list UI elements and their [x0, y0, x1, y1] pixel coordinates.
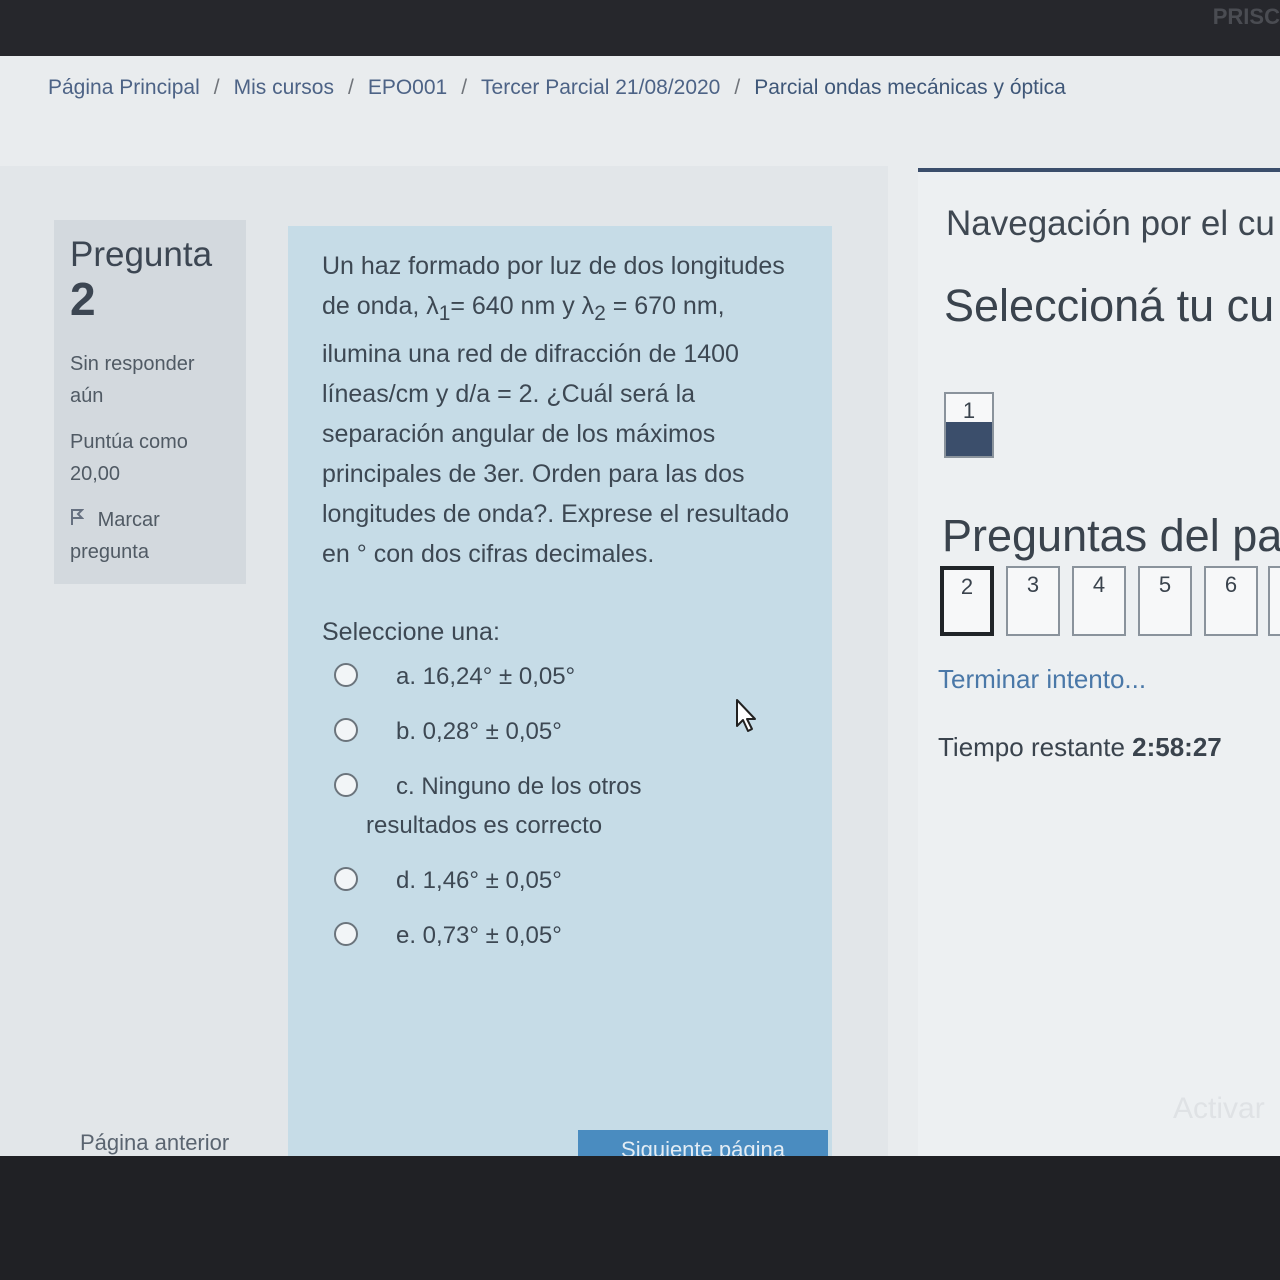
next-page-button[interactable]: Siguiente página — [578, 1130, 828, 1156]
question-formulation: Un haz formado por luz de dos longitudes… — [288, 226, 832, 1156]
question-state: Sin responder aún — [70, 348, 230, 412]
radio-icon[interactable] — [334, 718, 358, 742]
finish-attempt-link[interactable]: Terminar intento... — [938, 664, 1146, 695]
question-label: Pregunta — [70, 235, 213, 274]
answer-option-e[interactable]: e. 0,73° ± 0,05° — [322, 916, 798, 955]
question-state-line: Sin responder — [70, 353, 195, 375]
question-text: Un haz formado por luz de dos longitudes… — [322, 246, 798, 574]
timer-label: Tiempo restante — [938, 732, 1125, 762]
answer-option-a[interactable]: a. 16,24° ± 0,05° — [322, 657, 798, 696]
question-nav-button-3[interactable]: 3 — [1006, 566, 1060, 636]
monitor-bezel-top: PRISC — [0, 0, 1280, 56]
breadcrumb: Página Principal / Mis cursos / EPO001 / Terce… — [48, 76, 1066, 100]
answer-option-d[interactable]: d. 1,46° ± 0,05° — [322, 861, 798, 900]
question-number: 2 — [70, 273, 96, 325]
browser-screen: Página Principal / Mis cursos / EPO001 / Terce… — [0, 56, 1280, 1156]
question-grade-line: Puntúa como — [70, 431, 188, 453]
quiz-navigation-drawer: Navegación por el cu Seleccioná tu cu 1 … — [918, 168, 1280, 1156]
select-button-1[interactable]: 1 — [944, 392, 994, 458]
breadcrumb-course[interactable]: EPO001 — [368, 76, 447, 99]
question-nav-label: 2 — [960, 574, 974, 599]
question-nav-button-partial[interactable] — [1268, 566, 1280, 636]
breadcrumb-home[interactable]: Página Principal — [48, 76, 200, 99]
wavelength-subscript: 1 — [438, 302, 451, 325]
breadcrumb-section[interactable]: Tercer Parcial 21/08/2020 — [481, 76, 720, 99]
question-nav-label: 5 — [1158, 572, 1172, 597]
answer-option-label: b. 0,28° ± 0,05° — [396, 718, 562, 745]
answer-option-label: a. 16,24° ± 0,05° — [396, 663, 576, 690]
answer-option-b[interactable]: b. 0,28° ± 0,05° — [322, 712, 798, 751]
flag-label: Marcar — [97, 509, 160, 531]
answer-option-label: d. 1,46° ± 0,05° — [396, 867, 562, 894]
timer-value: 2:58:27 — [1132, 732, 1222, 762]
question-nav-button-4[interactable]: 4 — [1072, 566, 1126, 636]
page-questions-title: Preguntas del pa — [942, 510, 1280, 561]
wavelength-subscript: 2 — [594, 302, 606, 325]
question-nav-label: 4 — [1092, 572, 1106, 597]
question-nav-button-5[interactable]: 5 — [1138, 566, 1192, 636]
breadcrumb-quiz[interactable]: Parcial ondas mecánicas y óptica — [754, 76, 1066, 99]
flag-label: pregunta — [70, 541, 149, 563]
question-text-part: = 670 nm, ilumina una red de difracción … — [322, 292, 789, 568]
quiz-timer: Tiempo restante 2:58:27 — [938, 732, 1222, 763]
answer-prompt: Seleccione una: — [322, 618, 500, 646]
question-nav-label: 6 — [1224, 572, 1238, 597]
monitor-bezel-bottom — [0, 1156, 1280, 1280]
answer-option-label: c. Ninguno de los otros — [396, 773, 642, 800]
radio-icon[interactable] — [334, 773, 358, 797]
quiz-navigation-title: Navegación por el cu — [946, 204, 1275, 243]
breadcrumb-separator: / — [347, 76, 354, 99]
question-nav-button-2[interactable]: 2 — [940, 566, 994, 636]
answer-option-label: resultados es correcto — [366, 812, 603, 839]
mouse-pointer-icon — [735, 698, 759, 739]
answer-option-label: e. 0,73° ± 0,05° — [396, 922, 562, 949]
monitor-brand: PRISC — [1212, 4, 1280, 29]
radio-icon[interactable] — [334, 663, 358, 687]
breadcrumb-my-courses[interactable]: Mis cursos — [234, 76, 334, 99]
question-grade: Puntúa como 20,00 — [70, 426, 230, 490]
answer-list: a. 16,24° ± 0,05° b. 0,28° ± 0,05° c. Ni… — [322, 657, 798, 955]
breadcrumb-separator: / — [213, 76, 220, 99]
question-info: Pregunta 2 Sin responder aún Puntúa como… — [54, 220, 246, 584]
answer-option-c[interactable]: c. Ninguno de los otros resultados es co… — [322, 767, 798, 845]
question-nav-button-6[interactable]: 6 — [1204, 566, 1258, 636]
question-nav-label: 3 — [1026, 572, 1040, 597]
select-course-title: Seleccioná tu cu — [944, 280, 1275, 331]
question-text-part: = 640 nm y λ — [450, 292, 595, 320]
select-button-label: 1 — [962, 398, 976, 423]
radio-icon[interactable] — [334, 867, 358, 891]
question-grade-line: 20,00 — [70, 463, 121, 485]
question-state-line: aún — [70, 385, 104, 407]
flag-question-button[interactable]: Marcar pregunta — [70, 504, 230, 568]
radio-icon[interactable] — [334, 922, 358, 946]
answered-indicator — [946, 422, 992, 456]
breadcrumb-separator: / — [734, 76, 741, 99]
flag-icon — [70, 509, 90, 531]
breadcrumb-separator: / — [461, 76, 468, 99]
previous-page-button[interactable]: Página anterior — [80, 1130, 330, 1156]
activation-watermark: Activar — [1173, 1092, 1265, 1125]
